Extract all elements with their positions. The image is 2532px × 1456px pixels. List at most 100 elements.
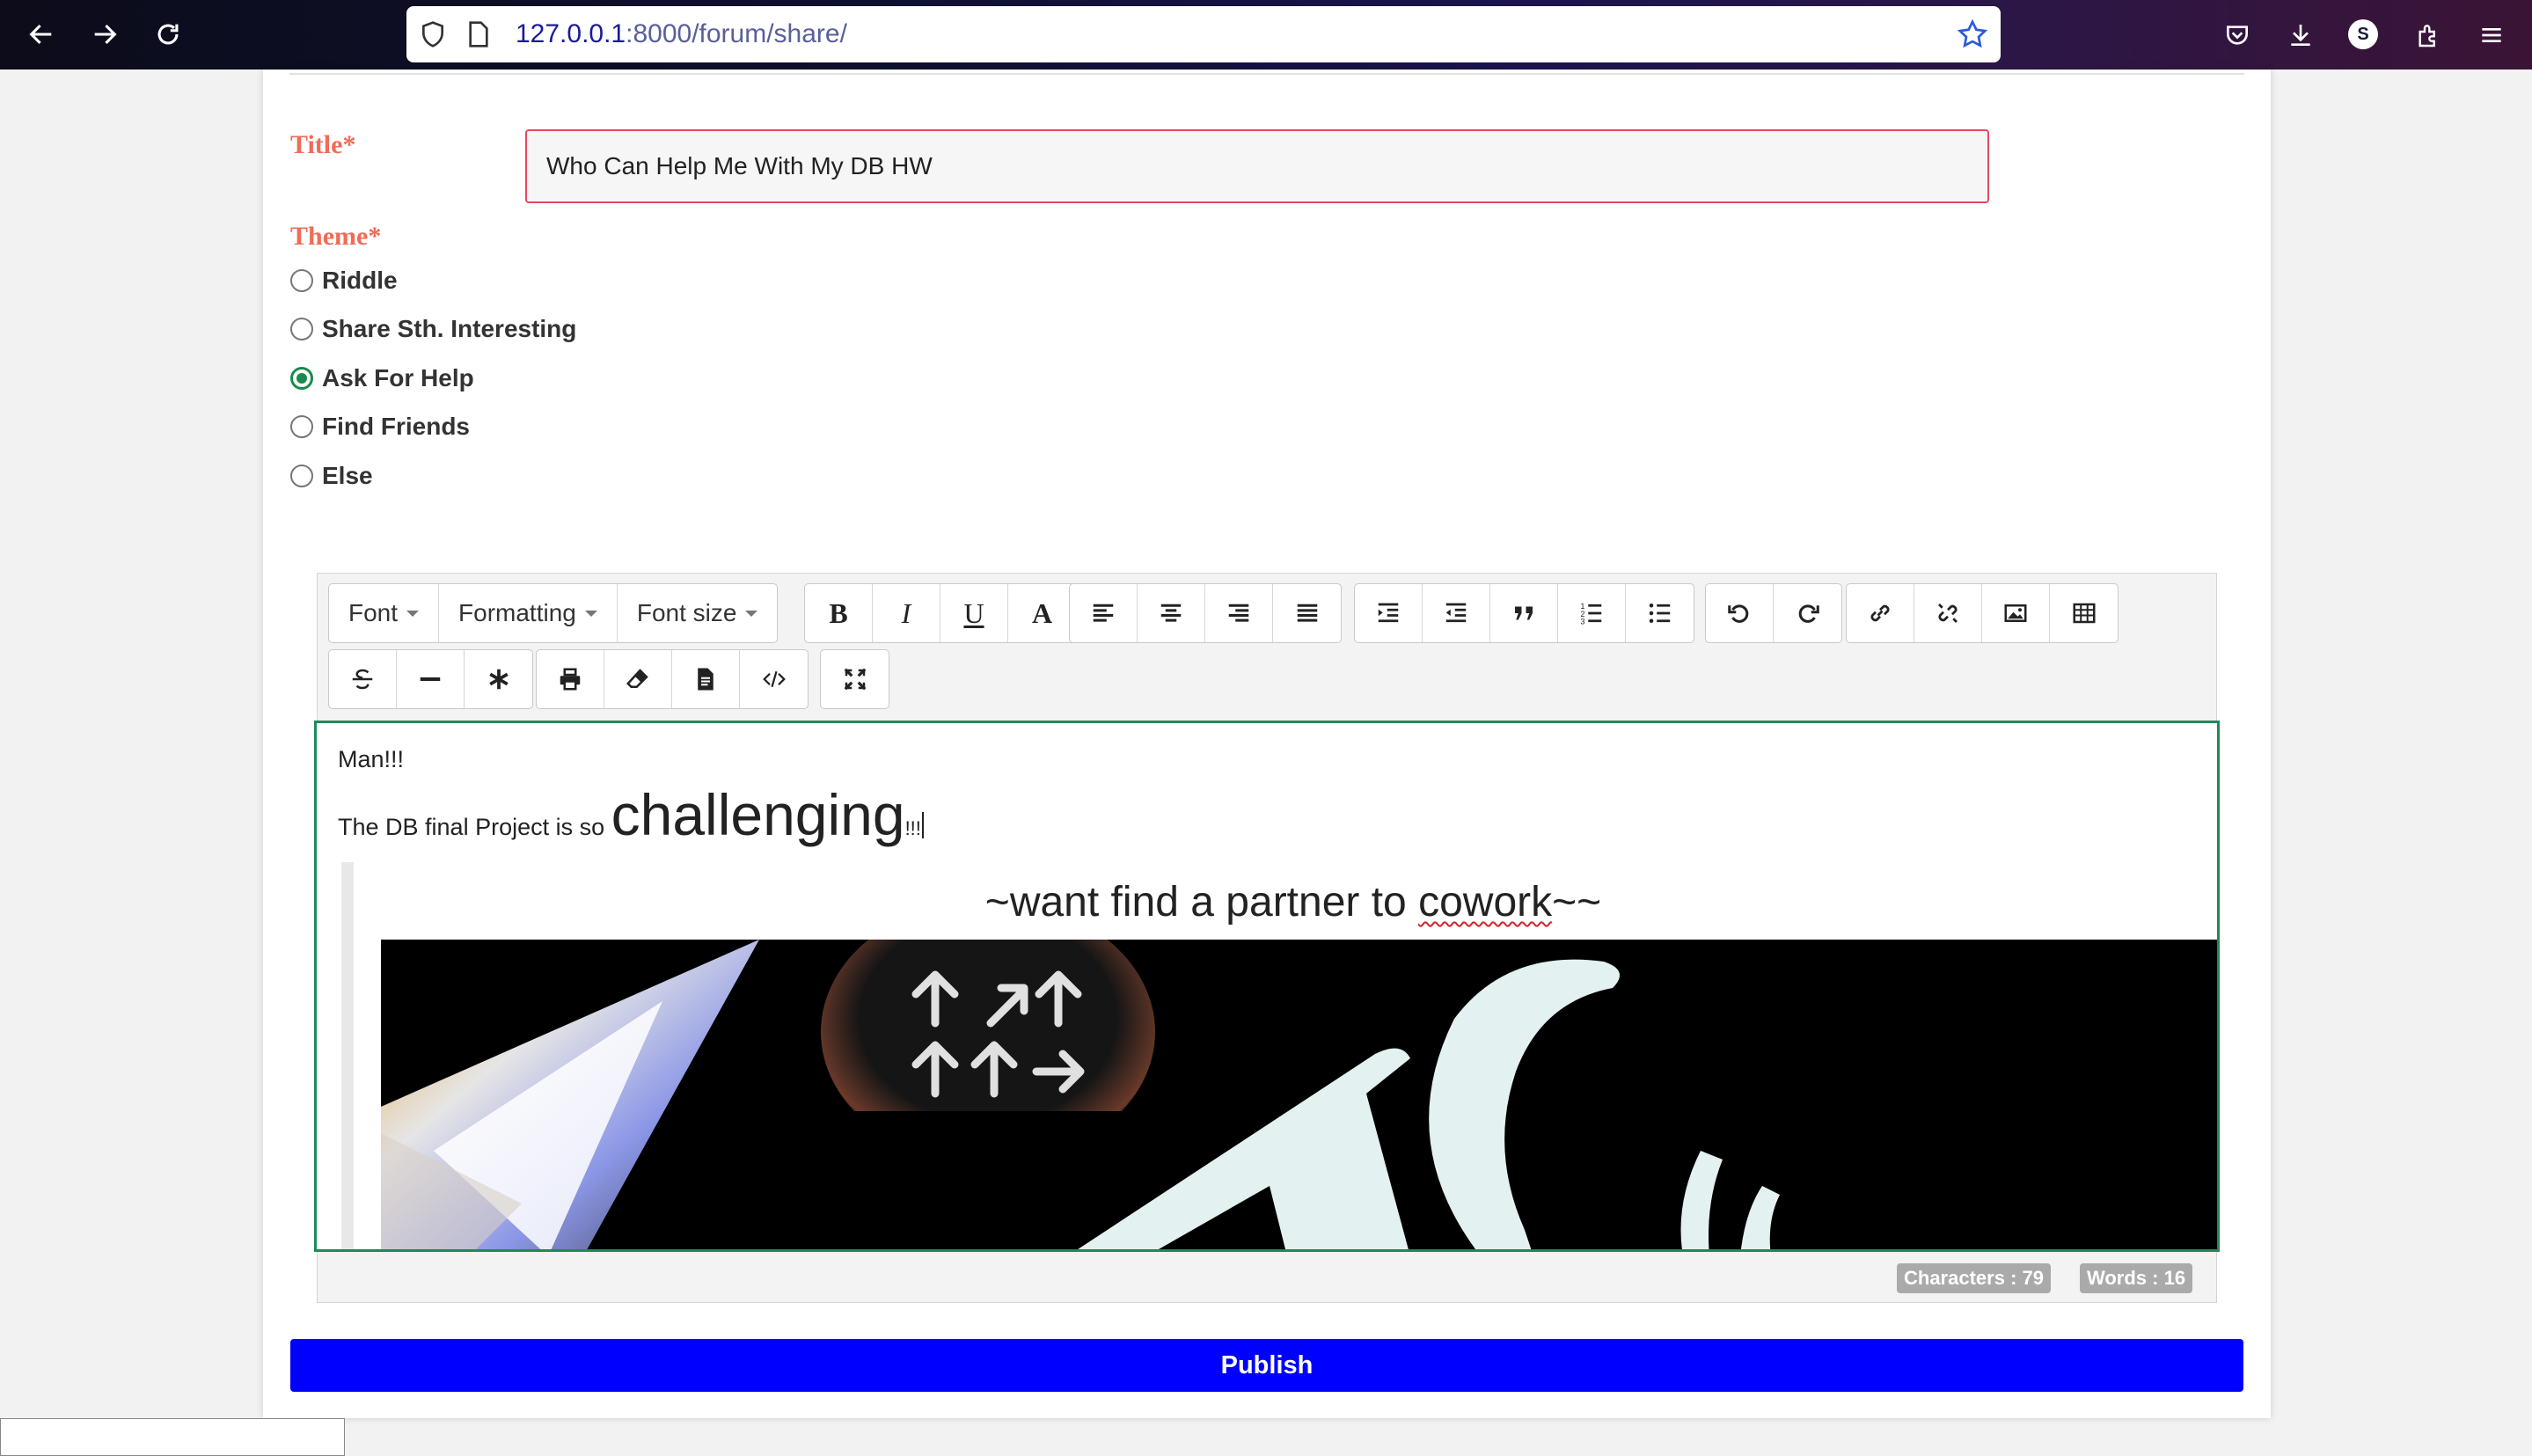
theme-option[interactable]: Riddle	[290, 267, 398, 295]
eraser-icon	[626, 669, 648, 688]
font-controls-group: Font Formatting Font size	[328, 583, 779, 643]
puzzle-icon	[2419, 25, 2435, 48]
asterisk-icon	[488, 669, 509, 690]
font-color-button[interactable]: A	[1008, 584, 1076, 642]
editor-status-bar: Characters : 79 Words : 16	[317, 1257, 2217, 1303]
align-right-button[interactable]	[1205, 584, 1273, 642]
blockquote-button[interactable]	[1490, 584, 1558, 642]
forward-button[interactable]	[81, 11, 128, 58]
character-count-badge: Characters : 79	[1897, 1263, 2051, 1293]
editor-line-2-emphasis: challenging	[611, 782, 905, 847]
bullet-list-button[interactable]	[1626, 584, 1694, 642]
insert-link-button[interactable]	[1847, 584, 1914, 642]
theme-option[interactable]: Share Sth. Interesting	[290, 315, 576, 343]
outdent-button[interactable]	[1423, 584, 1490, 642]
redo-button[interactable]	[1774, 584, 1841, 642]
reload-button[interactable]	[144, 11, 192, 58]
theme-option[interactable]: Ask For Help	[290, 364, 474, 392]
align-center-button[interactable]	[1138, 584, 1205, 642]
shield-icon[interactable]	[419, 20, 447, 48]
radio-button[interactable]	[290, 318, 313, 340]
arrow-right-icon	[94, 24, 117, 45]
strikethrough-button[interactable]	[329, 650, 397, 708]
blockquote-border	[341, 862, 354, 1249]
font-size-dropdown[interactable]: Font size	[618, 584, 778, 642]
bold-button[interactable]: B	[805, 584, 873, 642]
abstract-artwork-image	[381, 940, 1780, 1249]
radio-button[interactable]	[290, 269, 313, 292]
link-icon	[1870, 604, 1890, 622]
bookmark-star-icon[interactable]	[1957, 18, 1988, 50]
font-dropdown-label: Font	[348, 599, 399, 626]
theme-option[interactable]: Else	[290, 462, 373, 490]
title-label: Title*	[290, 130, 356, 159]
image-icon	[2004, 604, 2027, 622]
theme-option-label: Share Sth. Interesting	[322, 315, 577, 342]
theme-option[interactable]: Find Friends	[290, 413, 470, 441]
editor-content-area[interactable]: Man!!! The DB final Project is so challe…	[314, 721, 2220, 1252]
italic-button[interactable]: I	[873, 584, 940, 642]
pocket-icon	[2227, 26, 2248, 45]
underline-button[interactable]: U	[940, 584, 1008, 642]
font-dropdown[interactable]: Font	[329, 584, 440, 642]
theme-option-label: Else	[322, 462, 373, 489]
title-input[interactable]	[525, 129, 1989, 203]
print-button[interactable]	[537, 650, 604, 708]
publish-button[interactable]: Publish	[290, 1339, 2243, 1392]
radio-button[interactable]	[290, 415, 313, 438]
source-code-button[interactable]	[740, 650, 808, 708]
hamburger-menu-icon	[2482, 28, 2501, 42]
underline-icon: U	[963, 596, 984, 629]
ordered-list-button[interactable]: 123	[1558, 584, 1626, 642]
code-icon	[762, 670, 786, 688]
insert-table-button[interactable]	[2050, 584, 2118, 642]
account-avatar[interactable]: S	[2348, 19, 2378, 49]
embedded-image[interactable]	[381, 940, 2217, 1249]
radio-button[interactable]	[290, 465, 313, 487]
document-icon	[698, 668, 713, 691]
misc-format-group	[328, 649, 533, 709]
insert-group	[1846, 583, 2119, 643]
special-character-button[interactable]	[465, 650, 532, 708]
horizontal-rule-icon	[420, 677, 441, 681]
unlink-button[interactable]	[1914, 584, 1982, 642]
caret-down-icon	[745, 610, 758, 617]
svg-text:3: 3	[1581, 618, 1585, 626]
preview-button[interactable]	[672, 650, 740, 708]
address-bar[interactable]: 127.0.0.1:8000/forum/share/	[406, 6, 2001, 62]
indent-button[interactable]	[1355, 584, 1423, 642]
horizontal-rule-button[interactable]	[397, 650, 465, 708]
formatting-dropdown[interactable]: Formatting	[439, 584, 618, 642]
undo-button[interactable]	[1706, 584, 1774, 642]
print-icon	[560, 668, 581, 691]
strikethrough-icon	[352, 669, 373, 690]
url-text[interactable]: 127.0.0.1:8000/forum/share/	[516, 19, 847, 49]
justify-button[interactable]	[1273, 584, 1341, 642]
caret-down-icon	[584, 610, 597, 617]
clear-format-button[interactable]	[604, 650, 672, 708]
downloads-button[interactable]	[2283, 18, 2318, 53]
document-group	[536, 649, 809, 709]
history-group	[1705, 583, 1842, 643]
extensions-button[interactable]	[2411, 18, 2446, 53]
table-icon	[2073, 603, 2095, 624]
align-right-icon	[1228, 604, 1249, 622]
outdent-icon	[1445, 603, 1467, 623]
block-group: 123	[1354, 583, 1694, 643]
divider	[289, 73, 2244, 75]
url-host: 127.0.0.1	[516, 19, 626, 48]
undo-icon	[1728, 604, 1749, 623]
expand-icon	[844, 668, 866, 691]
fullscreen-button[interactable]	[821, 650, 889, 708]
page-icon	[469, 21, 488, 48]
indent-icon	[1378, 603, 1399, 623]
menu-button[interactable]	[2474, 18, 2509, 53]
insert-image-button[interactable]	[1982, 584, 2050, 642]
theme-label: Theme*	[290, 222, 382, 251]
radio-button[interactable]	[290, 367, 313, 390]
formatting-dropdown-label: Formatting	[458, 599, 576, 626]
bottom-left-panel	[0, 1418, 345, 1456]
back-button[interactable]	[18, 11, 65, 58]
align-left-button[interactable]	[1070, 584, 1138, 642]
pocket-button[interactable]	[2220, 18, 2255, 53]
